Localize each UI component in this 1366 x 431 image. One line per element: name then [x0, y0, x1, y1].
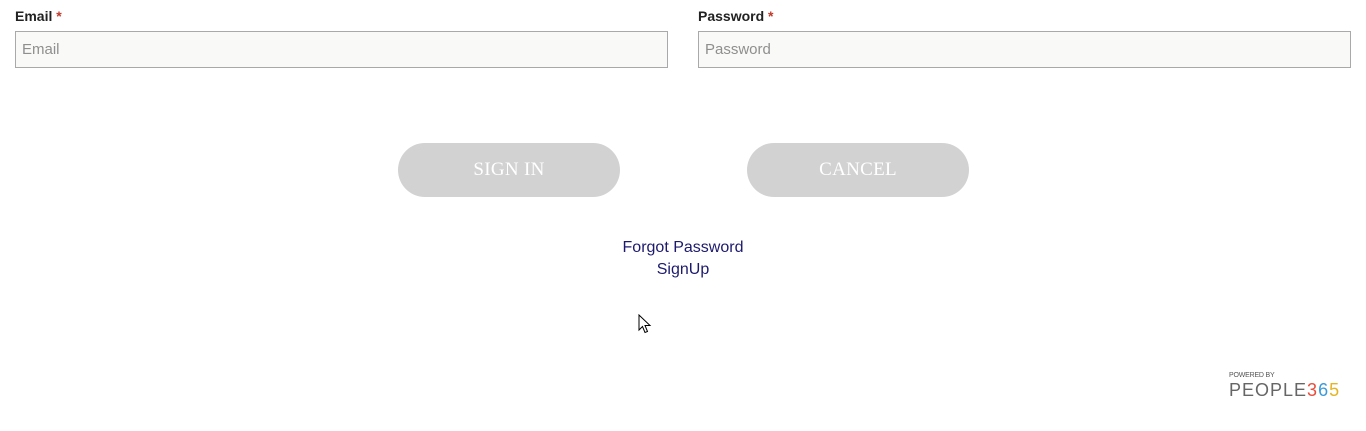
email-label: Email *: [15, 8, 668, 25]
brand-digit: 6: [1318, 380, 1330, 400]
forgot-password-link[interactable]: Forgot Password: [0, 237, 1366, 259]
password-input[interactable]: [698, 31, 1351, 68]
mouse-cursor-icon: [638, 314, 652, 334]
brand-digit: 3: [1307, 380, 1319, 400]
powered-by-text: POWERED BY: [1229, 372, 1275, 379]
required-marker: *: [56, 8, 62, 24]
cancel-button[interactable]: CANCEL: [747, 143, 969, 197]
email-input[interactable]: [15, 31, 668, 68]
password-field-group: Password *: [698, 8, 1351, 68]
people365-brand: PEOPLE365: [1229, 380, 1355, 400]
required-marker: *: [768, 8, 774, 24]
auth-links: Forgot Password SignUp: [0, 237, 1366, 281]
password-label-text: Password: [698, 8, 765, 24]
brand-digit: 5: [1329, 380, 1341, 400]
brand-text: PEOPLE: [1229, 380, 1308, 400]
email-field-group: Email *: [15, 8, 668, 68]
email-label-text: Email: [15, 8, 53, 24]
powered-by-logo: POWERED BY PEOPLE365: [1229, 372, 1355, 402]
sign-up-link[interactable]: SignUp: [0, 259, 1366, 281]
sign-in-button[interactable]: SIGN IN: [398, 143, 620, 197]
password-label: Password *: [698, 8, 1351, 25]
